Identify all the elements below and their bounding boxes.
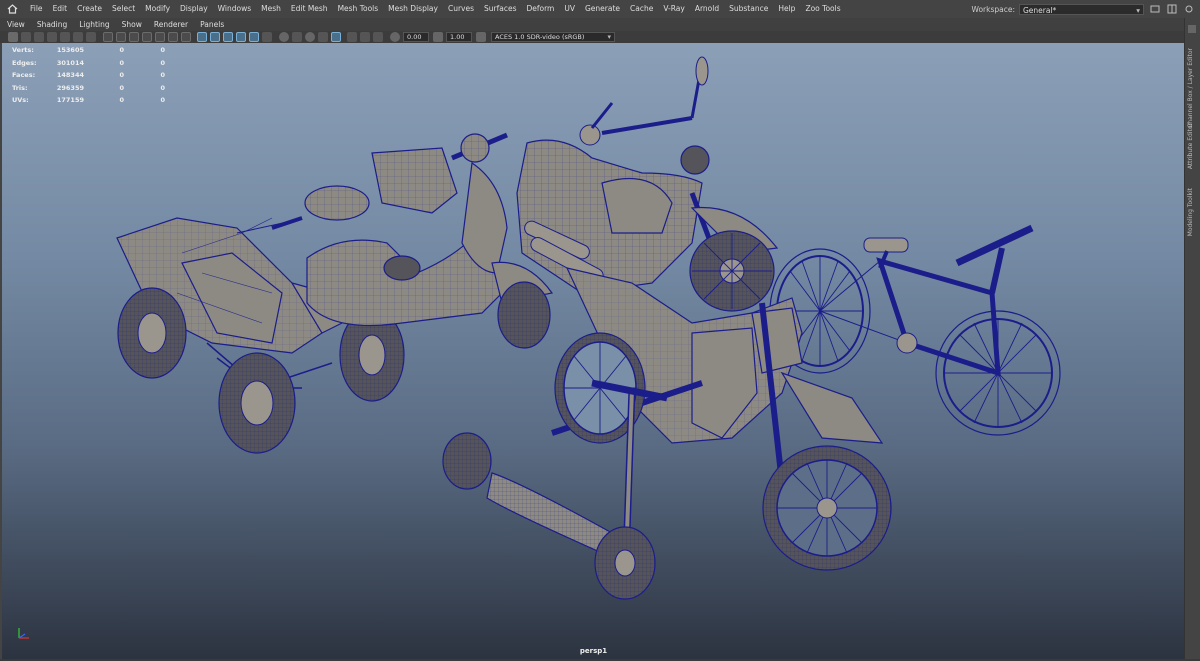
hud-row-faces: Faces: 148344 0 0 xyxy=(12,71,165,80)
workspace-area: Workspace: General* ▾ xyxy=(971,0,1200,18)
menu-file[interactable]: File xyxy=(25,0,48,18)
menu-vray[interactable]: V-Ray xyxy=(658,0,689,18)
panel-menu-lighting[interactable]: Lighting xyxy=(72,20,114,29)
panel-menu-renderer[interactable]: Renderer xyxy=(147,20,193,29)
color-management-icon[interactable] xyxy=(475,32,486,42)
gate-mask-icon[interactable] xyxy=(141,32,152,42)
workspace-value: General* xyxy=(1023,5,1057,15)
xray-joints-icon[interactable] xyxy=(373,32,383,42)
lock-camera-icon[interactable] xyxy=(21,32,31,42)
gamma-icon[interactable] xyxy=(432,32,443,42)
menu-mesh-tools[interactable]: Mesh Tools xyxy=(333,0,384,18)
layout-icon[interactable] xyxy=(1167,4,1177,14)
panel-menubar: View Shading Lighting Show Renderer Pane… xyxy=(0,18,1185,32)
menu-arnold[interactable]: Arnold xyxy=(690,0,724,18)
menu-substance[interactable]: Substance xyxy=(724,0,773,18)
panel-menu-view[interactable]: View xyxy=(0,20,30,29)
chevron-down-icon: ▾ xyxy=(1136,5,1140,15)
dirt-bike-model[interactable] xyxy=(551,267,892,571)
bookmark-icon[interactable] xyxy=(34,32,44,42)
2d-pan-zoom-icon[interactable] xyxy=(73,32,83,42)
lights-icon[interactable] xyxy=(249,32,259,42)
menu-surfaces[interactable]: Surfaces xyxy=(479,0,521,18)
select-camera-icon[interactable] xyxy=(8,32,18,42)
menu-windows[interactable]: Windows xyxy=(213,0,256,18)
wireframe-icon[interactable] xyxy=(197,32,207,42)
camera-attributes-icon[interactable] xyxy=(47,32,57,42)
axis-gizmo-icon xyxy=(18,628,29,639)
menu-generate[interactable]: Generate xyxy=(580,0,625,18)
exposure-field[interactable]: 0.00 xyxy=(403,32,429,42)
scooter-model[interactable] xyxy=(304,132,554,349)
view-transform-value: ACES 1.0 SDR-video (sRGB) xyxy=(495,33,585,41)
home-icon[interactable] xyxy=(5,2,19,16)
menu-display[interactable]: Display xyxy=(175,0,213,18)
kick-scooter-model[interactable] xyxy=(442,379,668,600)
motion-blur-icon[interactable] xyxy=(291,32,302,42)
menu-help[interactable]: Help xyxy=(773,0,800,18)
menu-mesh[interactable]: Mesh xyxy=(256,0,286,18)
menu-edit-mesh[interactable]: Edit Mesh xyxy=(286,0,333,18)
grease-pencil-icon[interactable] xyxy=(86,32,96,42)
hud-row-uvs: UVs: 177159 0 0 xyxy=(12,96,165,105)
cruiser-motorcycle-model[interactable] xyxy=(516,56,779,312)
hud-row-tris: Tris: 296359 0 0 xyxy=(12,83,165,92)
smooth-shade-icon[interactable] xyxy=(210,32,220,42)
menu-zoo-tools[interactable]: Zoo Tools xyxy=(800,0,845,18)
textured-icon[interactable] xyxy=(236,32,246,42)
poly-count-hud: Verts: 153605 0 0 Edges: 301014 0 0 Face… xyxy=(12,44,165,107)
workspace-label: Workspace: xyxy=(971,4,1015,14)
grid-icon[interactable] xyxy=(102,32,113,42)
xray-active-icon[interactable] xyxy=(360,32,370,42)
menu-edit[interactable]: Edit xyxy=(48,0,73,18)
shadows-icon[interactable] xyxy=(262,32,272,42)
xray-icon[interactable] xyxy=(347,32,357,42)
safe-title-icon[interactable] xyxy=(180,32,191,42)
tab-attribute-editor[interactable]: Attribute Editor xyxy=(1187,123,1194,169)
menu-mesh-display[interactable]: Mesh Display xyxy=(383,0,443,18)
depth-of-field-icon[interactable] xyxy=(317,32,328,42)
isolate-select-icon[interactable] xyxy=(330,32,341,42)
panel-menu-panels[interactable]: Panels xyxy=(193,20,229,29)
hud-row-edges: Edges: 301014 0 0 xyxy=(12,58,165,67)
3d-viewport[interactable]: Verts: 153605 0 0 Edges: 301014 0 0 Face… xyxy=(2,43,1185,659)
film-gate-icon[interactable] xyxy=(115,32,126,42)
resolution-gate-icon[interactable] xyxy=(128,32,139,42)
close-icon[interactable] xyxy=(1188,25,1196,33)
view-transform-select[interactable]: ACES 1.0 SDR-video (sRGB) ▾ xyxy=(491,32,615,42)
window-list-icon[interactable] xyxy=(1150,4,1160,14)
ambient-occlusion-icon[interactable] xyxy=(278,32,289,42)
menu-deform[interactable]: Deform xyxy=(521,0,559,18)
scene-wireframes xyxy=(116,56,1061,600)
workspace-select[interactable]: General* ▾ xyxy=(1019,3,1144,15)
tab-channel-box[interactable]: Channel Box / Layer Editor xyxy=(1187,48,1194,128)
wireframe-on-shaded-icon[interactable] xyxy=(223,32,233,42)
panel-menu-show[interactable]: Show xyxy=(115,20,147,29)
chevron-down-icon: ▾ xyxy=(607,33,611,41)
field-chart-icon[interactable] xyxy=(154,32,165,42)
right-dock-sidebar: Channel Box / Layer Editor Attribute Edi… xyxy=(1184,18,1200,661)
hud-row-verts: Verts: 153605 0 0 xyxy=(12,46,165,55)
menu-cache[interactable]: Cache xyxy=(625,0,658,18)
viewport-toolbar: 0.00 1.00 ACES 1.0 SDR-video (sRGB) ▾ xyxy=(0,31,1185,43)
menu-uv[interactable]: UV xyxy=(559,0,580,18)
camera-name-label: persp1 xyxy=(579,647,608,655)
image-plane-icon[interactable] xyxy=(60,32,70,42)
settings-icon[interactable] xyxy=(1184,4,1194,14)
anti-aliasing-icon[interactable] xyxy=(304,32,315,42)
panel-menu-shading[interactable]: Shading xyxy=(30,20,72,29)
tab-modeling-toolkit[interactable]: Modeling Toolkit xyxy=(1187,188,1194,236)
menu-modify[interactable]: Modify xyxy=(140,0,175,18)
menu-create[interactable]: Create xyxy=(72,0,107,18)
menu-curves[interactable]: Curves xyxy=(443,0,479,18)
safe-action-icon[interactable] xyxy=(167,32,178,42)
exposure-icon[interactable] xyxy=(389,32,400,42)
menu-select[interactable]: Select xyxy=(107,0,140,18)
gamma-field[interactable]: 1.00 xyxy=(446,32,472,42)
